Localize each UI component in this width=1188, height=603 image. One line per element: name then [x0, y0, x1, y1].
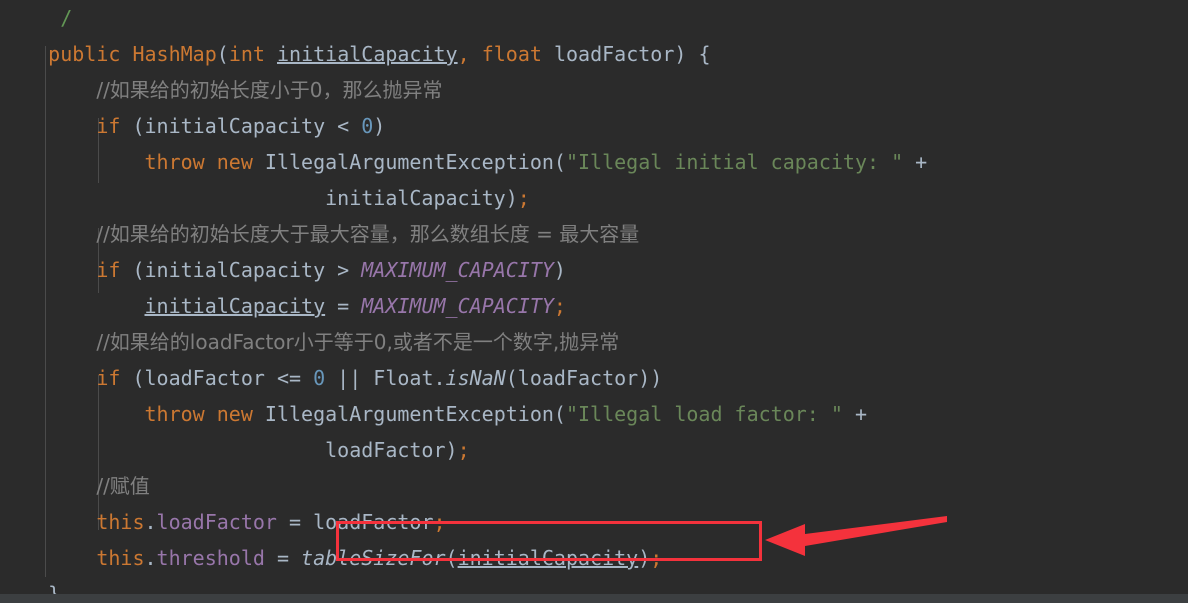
code-line[interactable]: this.threshold = tableSizeFor(initialCap…: [0, 540, 1188, 576]
code-token-string: "Illegal initial capacity: ": [565, 150, 904, 174]
code-token-plain: (loadFactor)): [505, 366, 663, 390]
code-token-field: threshold: [156, 546, 265, 570]
code-token-keyword: if: [96, 366, 121, 390]
code-token-javadoc: /: [60, 6, 73, 30]
code-token-plain: loadFactor): [0, 438, 458, 462]
code-token-keyword: ;: [433, 510, 446, 534]
code-token-keyword: new: [216, 150, 253, 174]
code-token-plain: ): [373, 114, 386, 138]
code-line[interactable]: throw new IllegalArgumentException("Ille…: [0, 144, 1188, 180]
code-line[interactable]: initialCapacity = MAXIMUM_CAPACITY;: [0, 288, 1188, 324]
code-token-plain: (initialCapacity <: [120, 114, 362, 138]
code-token-plain: +: [842, 402, 868, 426]
code-line[interactable]: //赋值: [0, 468, 1188, 504]
code-token-plain: || Float.: [325, 366, 446, 390]
code-line[interactable]: //如果给的loadFactor小于等于0,或者不是一个数字,抛异常: [0, 324, 1188, 360]
code-token-param: initialCapacity: [457, 546, 639, 570]
code-token-keyword: ,: [457, 42, 470, 66]
code-token-plain: (: [216, 42, 229, 66]
code-line[interactable]: loadFactor);: [0, 432, 1188, 468]
code-line[interactable]: if (loadFactor <= 0 || Float.isNaN(loadF…: [0, 360, 1188, 396]
code-token-plain: (initialCapacity >: [120, 258, 362, 282]
code-token-keyword: int: [228, 42, 265, 66]
code-token-param: initialCapacity: [276, 42, 458, 66]
code-token-keyword: ;: [553, 294, 566, 318]
code-token-param: initialCapacity: [144, 294, 326, 318]
code-token-keyword: ;: [457, 438, 470, 462]
code-token-keyword: throw: [144, 150, 205, 174]
code-line[interactable]: if (initialCapacity > MAXIMUM_CAPACITY): [0, 252, 1188, 288]
code-token-keyword: ;: [517, 186, 530, 210]
code-token-string: "Illegal load factor: ": [565, 402, 843, 426]
code-token-keyword: if: [96, 114, 121, 138]
code-line[interactable]: /: [0, 0, 1188, 36]
code-token-plain: ): [638, 546, 651, 570]
code-token-comment: //如果给的loadFactor小于等于0,或者不是一个数字,抛异常: [96, 330, 620, 354]
code-token-plain: IllegalArgumentException(: [252, 402, 566, 426]
code-token-keyword: new: [216, 402, 253, 426]
editor-bottom-strip: [0, 594, 1188, 603]
code-line[interactable]: //如果给的初始长度小于0，那么抛异常: [0, 72, 1188, 108]
code-token-plain: .: [144, 510, 157, 534]
code-token-plain: loadFactor) {: [541, 42, 711, 66]
code-line[interactable]: initialCapacity);: [0, 180, 1188, 216]
code-token-comment: //赋值: [96, 474, 150, 498]
code-token-keyword: HashMap: [132, 42, 217, 66]
code-token-number: 0: [361, 114, 374, 138]
code-token-keyword: public: [48, 42, 121, 66]
code-token-plain: =: [264, 546, 302, 570]
code-token-method: isNaN: [445, 366, 506, 390]
code-token-const: MAXIMUM_CAPACITY: [361, 294, 554, 318]
code-token-const: MAXIMUM_CAPACITY: [361, 258, 554, 282]
code-token-keyword: float: [481, 42, 542, 66]
code-token-plain: (loadFactor <=: [120, 366, 314, 390]
code-line[interactable]: //如果给的初始长度大于最大容量，那么数组长度 = 最大容量: [0, 216, 1188, 252]
code-line[interactable]: throw new IllegalArgumentException("Ille…: [0, 396, 1188, 432]
code-token-comment: //如果给的初始长度大于最大容量，那么数组长度 = 最大容量: [96, 222, 640, 246]
code-token-number: 0: [313, 366, 326, 390]
code-token-plain: (: [445, 546, 458, 570]
code-token-keyword: this: [96, 546, 145, 570]
code-token-keyword: if: [96, 258, 121, 282]
code-token-method: tableSizeFor: [301, 546, 446, 570]
code-token-plain: ): [553, 258, 566, 282]
code-token-keyword: ;: [650, 546, 663, 570]
code-token-plain: IllegalArgumentException(: [252, 150, 566, 174]
code-line[interactable]: this.loadFactor = loadFactor;: [0, 504, 1188, 540]
code-token-plain: .: [144, 546, 157, 570]
code-token-plain: +: [903, 150, 928, 174]
code-token-plain: = loadFactor: [276, 510, 434, 534]
code-token-comment: //如果给的初始长度小于0，那么抛异常: [96, 78, 443, 102]
code-line[interactable]: if (initialCapacity < 0): [0, 108, 1188, 144]
code-token-keyword: throw: [144, 402, 205, 426]
code-token-plain: =: [325, 294, 362, 318]
code-line[interactable]: public HashMap(int initialCapacity, floa…: [0, 36, 1188, 72]
source-code[interactable]: / public HashMap(int initialCapacity, fl…: [0, 0, 1188, 603]
code-token-plain: initialCapacity): [0, 186, 518, 210]
code-editor[interactable]: / public HashMap(int initialCapacity, fl…: [0, 0, 1188, 603]
code-token-keyword: this: [96, 510, 145, 534]
code-token-field: loadFactor: [156, 510, 277, 534]
